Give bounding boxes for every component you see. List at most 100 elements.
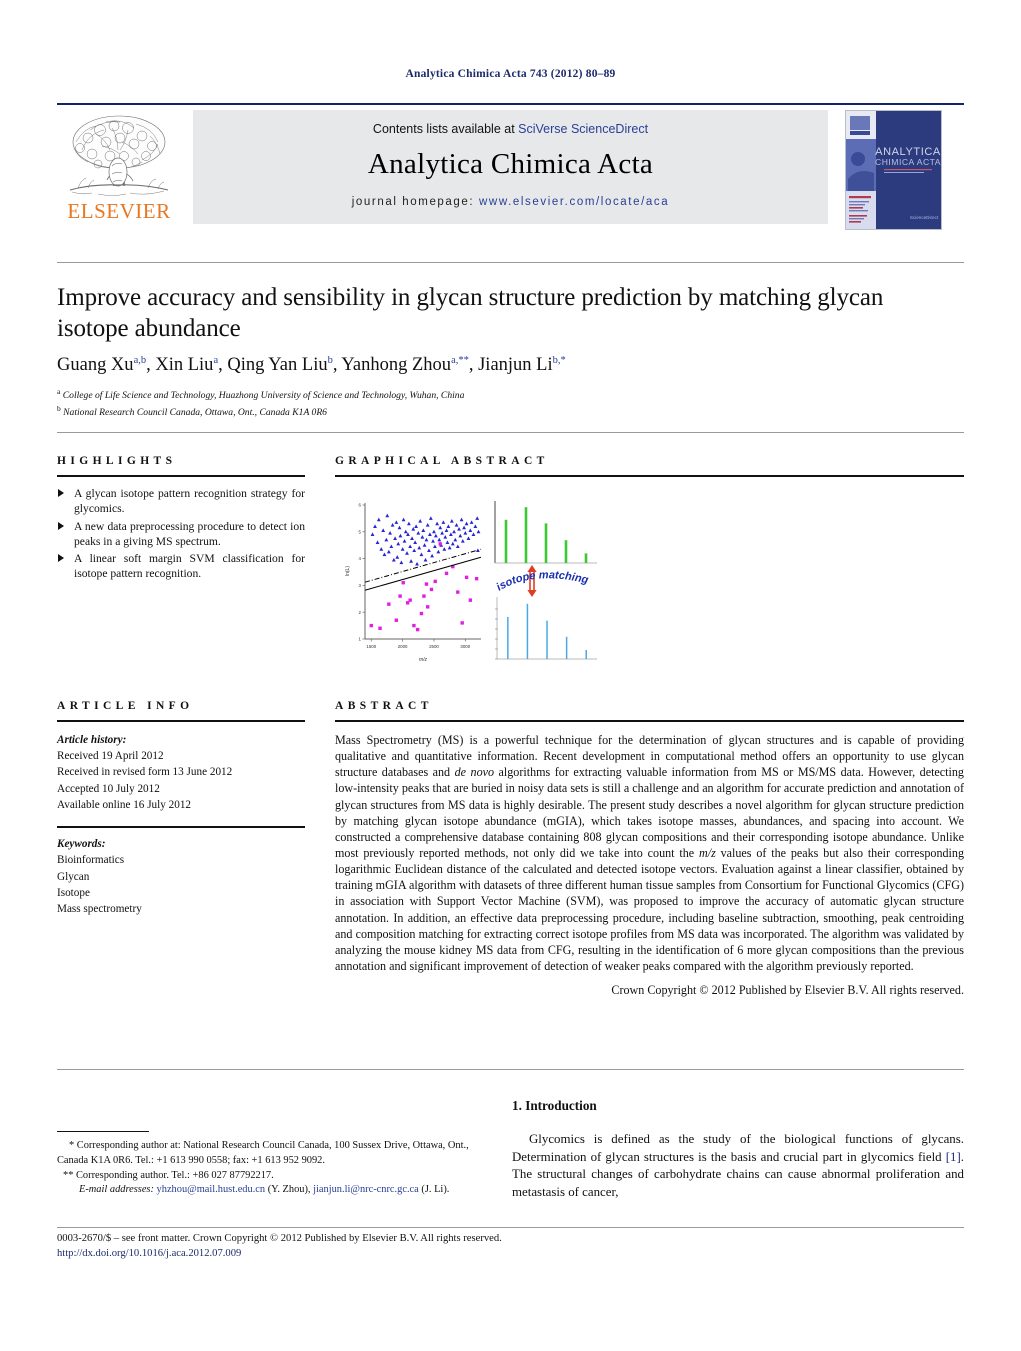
data-point: [394, 520, 399, 524]
data-point: [399, 560, 404, 565]
highlights-list: A glycan isotope pattern recognition str…: [57, 486, 305, 582]
data-point: [397, 525, 402, 530]
keywords-rule: [57, 826, 305, 829]
data-point: [468, 528, 473, 532]
data-point: [417, 545, 422, 550]
email-link-li[interactable]: jianjun.li@nrc-cnrc.gc.ca: [313, 1184, 419, 1195]
y-tick-label: 2: [359, 610, 362, 615]
x-axis-label: m/z: [419, 657, 428, 663]
y-tick-label: 3: [359, 583, 362, 588]
journal-homepage-line: journal homepage: www.elsevier.com/locat…: [193, 196, 828, 208]
data-point: [421, 528, 426, 532]
data-point: [393, 536, 397, 540]
data-point: [419, 611, 424, 616]
contents-line: Contents lists available at SciVerse Sci…: [193, 122, 828, 136]
data-point: [369, 623, 373, 628]
affiliation-a: a College of Life Science and Technology…: [57, 387, 465, 402]
affiliation-b: b National Research Council Canada, Otta…: [57, 404, 327, 419]
data-point: [428, 516, 433, 520]
data-point: [408, 544, 413, 549]
data-point: [460, 621, 464, 625]
highlights-heading: HIGHLIGHTS: [57, 455, 177, 467]
data-point: [387, 602, 391, 606]
data-point: [376, 517, 381, 522]
abstract-part-3: values of the peaks but also their corre…: [335, 845, 964, 973]
data-point: [402, 539, 407, 543]
data-point: [396, 541, 401, 546]
data-point: [440, 531, 445, 535]
x-tick-label: 3000: [460, 644, 470, 649]
doi-link[interactable]: http://dx.doi.org/10.1016/j.aca.2012.07.…: [57, 1248, 757, 1259]
data-point: [466, 536, 471, 540]
data-point: [418, 518, 423, 523]
journal-title: Analytica Chimica Acta: [367, 148, 654, 180]
reference-link-1[interactable]: [1]: [946, 1150, 961, 1164]
data-point: [384, 537, 389, 542]
data-point: [462, 525, 466, 530]
article-history: Article history: Received 19 April 2012 …: [57, 732, 305, 813]
abstract-section: ABSTRACT Mass Spectrometry (MS) is a pow…: [335, 700, 964, 998]
history-received: Received 19 April 2012: [57, 750, 164, 763]
data-point: [410, 536, 414, 540]
x-tick-label: 1500: [366, 644, 376, 649]
data-point: [454, 523, 459, 527]
homepage-label: journal homepage:: [351, 196, 480, 208]
y-tick-label: 6: [359, 503, 362, 508]
homepage-url-link[interactable]: www.elsevier.com/locate/aca: [479, 196, 669, 208]
data-point: [464, 575, 469, 580]
data-point: [473, 524, 478, 528]
data-point: [401, 581, 405, 585]
graphical-abstract-section: GRAPHICAL ABSTRACT 1500 2000 2500 3000 1 2 3 4 5…: [335, 455, 964, 669]
data-point: [431, 539, 435, 543]
data-point: [476, 529, 481, 534]
keywords-block: Keywords: Bioinformatics Glycan Isotope …: [57, 836, 305, 917]
sciencedirect-link[interactable]: SciVerse ScienceDirect: [518, 122, 648, 136]
data-point: [475, 516, 480, 520]
intro-text-a: Glycomics is defined as the study of the…: [512, 1132, 964, 1164]
issn-copyright-line: 0003-2670/$ – see front matter. Crown Co…: [57, 1233, 502, 1244]
data-point: [452, 529, 456, 534]
data-point: [446, 524, 451, 528]
article-history-label: Article history:: [57, 734, 127, 746]
data-point: [375, 540, 380, 545]
running-head: Analytica Chimica Acta 743 (2012) 80–89: [405, 68, 616, 80]
contents-prefix: Contents lists available at: [372, 122, 519, 136]
bullet-triangle-icon: [58, 489, 64, 497]
data-point: [390, 523, 395, 527]
data-point: [370, 532, 375, 536]
data-point: [423, 557, 428, 562]
highlights-rule: [57, 475, 305, 477]
footnote-rule: [57, 1131, 149, 1132]
email-addresses: E-mail addresses: yhzhou@mail.hust.edu.c…: [57, 1183, 487, 1198]
y-tick-label: 1: [359, 637, 362, 642]
journal-cover-thumbnail: ANALYTICA CHIMICA ACTA ScienceDirect: [845, 110, 942, 230]
bullet-triangle-icon: [58, 521, 64, 530]
data-point: [430, 553, 434, 558]
data-point: [474, 577, 479, 581]
list-item: A glycan isotope pattern recognition str…: [57, 486, 305, 517]
list-item: A linear soft margin SVM classification …: [57, 551, 305, 582]
data-point: [436, 549, 441, 554]
de-novo-italic: de novo: [454, 765, 495, 780]
svg-text:ScienceDirect: ScienceDirect: [910, 215, 939, 220]
data-point: [444, 571, 449, 576]
data-point: [469, 520, 474, 524]
bullet-triangle-icon: [58, 554, 64, 563]
data-point: [398, 533, 403, 538]
y-axis-label: ln(L): [345, 566, 351, 576]
abstract-body: Mass Spectrometry (MS) is a powerful tec…: [335, 732, 964, 974]
y-tick-label: 4: [359, 556, 362, 561]
scatter-panel: 1500 2000 2500 3000 1 2 3 4 5 6 m/z ln(L): [345, 503, 482, 663]
data-point: [415, 561, 419, 566]
email-link-zhou[interactable]: yhzhou@mail.hust.edu.cn: [157, 1184, 266, 1195]
data-point: [459, 517, 464, 522]
data-point: [456, 590, 460, 594]
elsevier-tree-icon: [69, 115, 169, 196]
data-point: [427, 548, 431, 553]
journal-banner: Contents lists available at SciVerse Sci…: [193, 110, 828, 224]
data-point: [409, 559, 413, 563]
data-point: [463, 531, 468, 535]
mz-italic: m/z: [698, 845, 716, 860]
y-tick-label: 5: [359, 529, 362, 534]
affiliations: a College of Life Science and Technology…: [57, 386, 957, 421]
